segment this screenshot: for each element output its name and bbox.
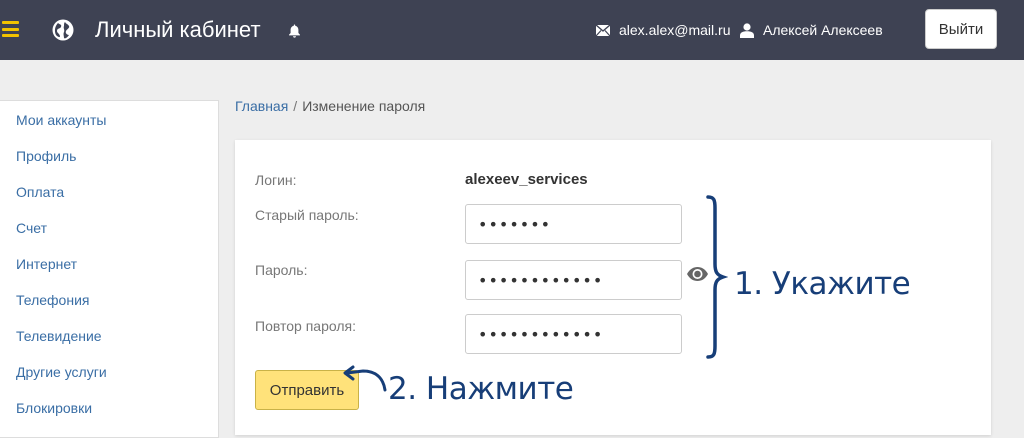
sidebar-item-other-services[interactable]: Другие услуги (0, 353, 218, 389)
sidebar-item-television[interactable]: Телевидение (0, 317, 218, 353)
login-label: Логин: (255, 172, 297, 188)
sidebar: Мои аккаунты Профиль Оплата Счет Интерне… (0, 100, 219, 438)
old-password-input[interactable] (465, 204, 682, 244)
password-label: Пароль: (255, 262, 308, 278)
breadcrumb-home-link[interactable]: Главная (235, 98, 288, 114)
password-input[interactable] (465, 260, 682, 300)
sidebar-item-accounts[interactable]: Мои аккаунты (0, 101, 218, 137)
sidebar-item-internet[interactable]: Интернет (0, 245, 218, 281)
bell-icon[interactable] (288, 24, 301, 38)
repeat-password-label: Повтор пароля: (255, 318, 356, 334)
curve-arrow-annotation (343, 365, 387, 392)
globe-icon (52, 19, 74, 41)
repeat-password-input[interactable] (465, 314, 682, 354)
sidebar-item-telephony[interactable]: Телефония (0, 281, 218, 317)
breadcrumb-current: Изменение пароля (302, 98, 426, 114)
logout-button[interactable]: Выйти (925, 9, 997, 49)
mail-icon (596, 25, 610, 36)
breadcrumb: Главная / Изменение пароля (235, 98, 425, 114)
user-name[interactable]: Алексей Алексеев (763, 22, 883, 38)
user-icon (740, 23, 754, 38)
sidebar-item-invoice[interactable]: Счет (0, 209, 218, 245)
annotation-step1: 1. Укажите (734, 266, 911, 302)
sidebar-item-payment[interactable]: Оплата (0, 173, 218, 209)
sidebar-item-profile[interactable]: Профиль (0, 137, 218, 173)
breadcrumb-separator: / (293, 98, 298, 114)
annotation-step2: 2. Нажмите (388, 371, 574, 407)
login-value: alexeev_services (465, 171, 588, 188)
old-password-label: Старый пароль: (255, 207, 359, 223)
menu-icon[interactable] (2, 21, 19, 37)
user-email: alex.alex@mail.ru (619, 22, 731, 38)
sidebar-item-blocks[interactable]: Блокировки (0, 389, 218, 425)
brace-annotation (706, 195, 728, 359)
app-title: Личный кабинет (95, 17, 261, 42)
top-bar: Личный кабинет alex.alex@mail.ru Алексей… (0, 0, 1024, 60)
